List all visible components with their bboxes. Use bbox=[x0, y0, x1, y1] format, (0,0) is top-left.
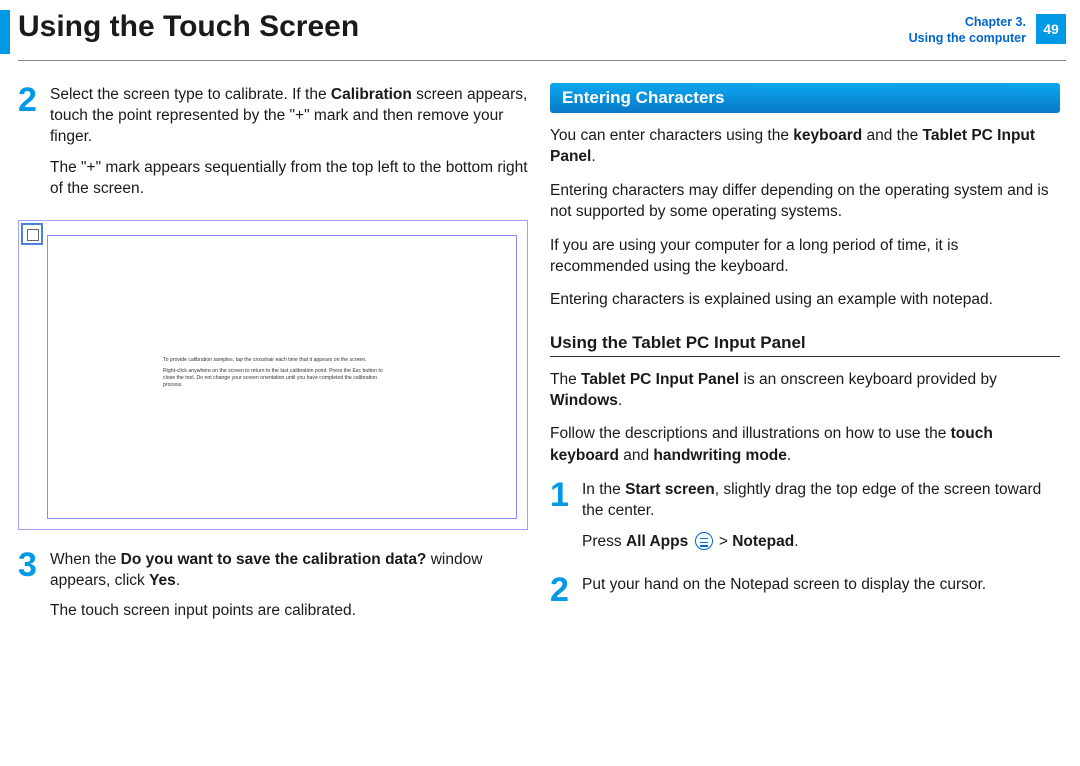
calibration-figure: To provide calibration samples, tap the … bbox=[18, 220, 528, 530]
right-step-1-para-1: In the Start screen, slightly drag the t… bbox=[582, 480, 1060, 522]
header-accent bbox=[0, 10, 10, 54]
section-heading-bar: Entering Characters bbox=[550, 83, 1060, 113]
step-3-para-1: When the Do you want to save the calibra… bbox=[50, 550, 528, 592]
entering-para-3: If you are using your computer for a lon… bbox=[550, 235, 1060, 278]
right-step-2: 2 Put your hand on the Notepad screen to… bbox=[550, 573, 1060, 607]
left-column: 2 Select the screen type to calibrate. I… bbox=[18, 83, 528, 642]
step-2: 2 Select the screen type to calibrate. I… bbox=[18, 83, 528, 210]
step-2-para-2: The "+" mark appears sequentially from t… bbox=[50, 158, 528, 200]
step-3: 3 When the Do you want to save the calib… bbox=[18, 548, 528, 633]
step-body: Select the screen type to calibrate. If … bbox=[50, 83, 528, 210]
sub-para-1: The Tablet PC Input Panel is an onscreen… bbox=[550, 369, 1060, 412]
chapter-label: Chapter 3. Using the computer bbox=[909, 8, 1032, 47]
entering-para-1: You can enter characters using the keybo… bbox=[550, 125, 1060, 168]
calibration-crosshair-icon bbox=[21, 223, 43, 245]
right-step-1-para-2: Press All Apps > Notepad. bbox=[582, 532, 1060, 553]
step-number: 2 bbox=[18, 83, 50, 117]
page-title: Using the Touch Screen bbox=[18, 8, 909, 43]
calibration-instruction-text: To provide calibration samples, tap the … bbox=[163, 357, 383, 393]
right-column: Entering Characters You can enter charac… bbox=[550, 83, 1060, 642]
step-number: 3 bbox=[18, 548, 50, 582]
right-step-2-para-1: Put your hand on the Notepad screen to d… bbox=[582, 575, 986, 596]
step-number: 1 bbox=[550, 478, 582, 512]
content-columns: 2 Select the screen type to calibrate. I… bbox=[0, 61, 1080, 642]
chapter-line-2: Using the computer bbox=[909, 30, 1026, 46]
right-step-1: 1 In the Start screen, slightly drag the… bbox=[550, 478, 1060, 563]
entering-para-4: Entering characters is explained using a… bbox=[550, 289, 1060, 310]
sub-para-2: Follow the descriptions and illustration… bbox=[550, 423, 1060, 466]
all-apps-icon bbox=[695, 532, 713, 550]
entering-para-2: Entering characters may differ depending… bbox=[550, 180, 1060, 223]
subheading: Using the Tablet PC Input Panel bbox=[550, 333, 1060, 357]
step-body: When the Do you want to save the calibra… bbox=[50, 548, 528, 633]
chapter-line-1: Chapter 3. bbox=[909, 14, 1026, 30]
step-3-para-2: The touch screen input points are calibr… bbox=[50, 601, 528, 622]
page-number-badge: 49 bbox=[1036, 14, 1066, 44]
page-header: Using the Touch Screen Chapter 3. Using … bbox=[0, 0, 1080, 54]
step-2-para-1: Select the screen type to calibrate. If … bbox=[50, 85, 528, 148]
step-body: Put your hand on the Notepad screen to d… bbox=[582, 573, 986, 606]
step-body: In the Start screen, slightly drag the t… bbox=[582, 478, 1060, 563]
step-number: 2 bbox=[550, 573, 582, 607]
